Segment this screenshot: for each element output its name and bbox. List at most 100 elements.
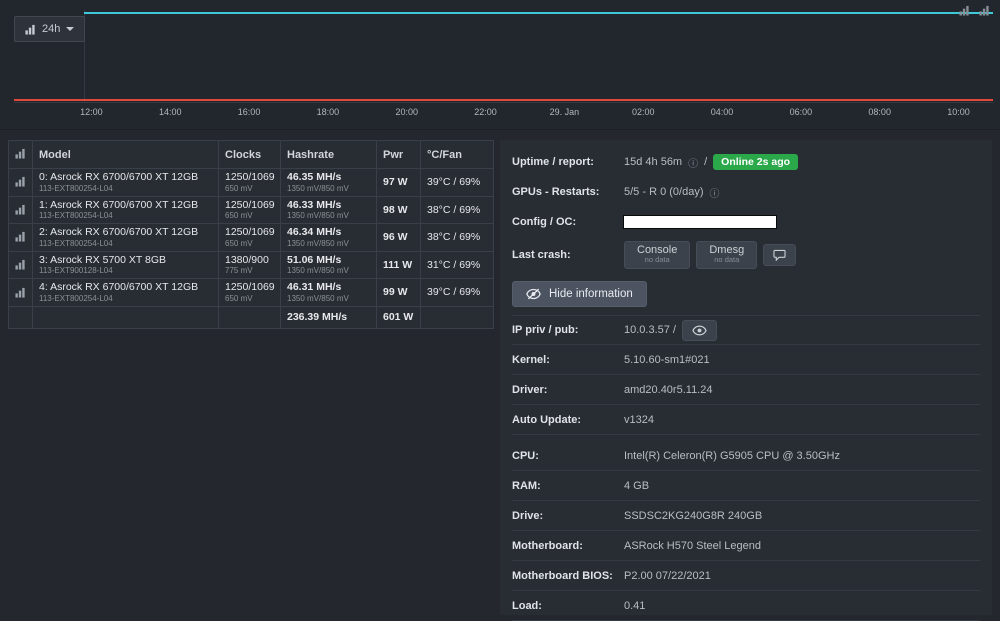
drive-value: SSDSC2KG240G8R 240GB bbox=[624, 509, 763, 522]
gpu-chart-button[interactable] bbox=[13, 174, 28, 189]
gpu-temp-fan: 39°C / 69% bbox=[427, 176, 481, 188]
hide-information-button[interactable]: Hide information bbox=[512, 281, 647, 307]
gpu-chart-button[interactable] bbox=[13, 257, 28, 272]
gpu-model-sub: 113-EXT800254-L04 bbox=[39, 183, 113, 193]
gpu-temp-fan: 38°C / 69% bbox=[427, 231, 481, 244]
gpu-power: 96 W bbox=[383, 231, 408, 244]
gpu-model: 2: Asrock RX 6700/6700 XT 12GB bbox=[39, 226, 199, 239]
gpu-power: 98 W bbox=[383, 203, 408, 216]
col-header-hashrate: Hashrate bbox=[280, 140, 377, 169]
hide-information-label: Hide information bbox=[549, 288, 633, 300]
motherboard-bios-value: P2.00 07/22/2021 bbox=[624, 569, 711, 582]
gpu-hashrate: 46.35 MH/s bbox=[287, 171, 342, 183]
gpu-chart-button[interactable] bbox=[13, 229, 28, 244]
gpu-clocks-sub: 650 mV bbox=[225, 238, 253, 248]
cpu-label: CPU: bbox=[512, 449, 539, 462]
bar-chart-icon bbox=[15, 259, 25, 270]
load-row: Load: 0.41 bbox=[512, 591, 980, 621]
gpu-hashrate-sub: 1350 mV/850 mV bbox=[287, 293, 349, 303]
console-no-data: no data bbox=[644, 255, 670, 265]
hashrate-line bbox=[84, 12, 993, 14]
motherboard-bios-row: Motherboard BIOS: P2.00 07/22/2021 bbox=[512, 561, 980, 591]
uptime-value: 15d 4h 56m bbox=[624, 156, 683, 168]
show-public-ip-button[interactable] bbox=[682, 319, 717, 341]
gpu-temp-fan: 39°C / 69% bbox=[427, 286, 481, 299]
time-tick: 14:00 bbox=[158, 107, 182, 117]
gpu-model-sub: 113-EXT800254-L04 bbox=[39, 238, 113, 248]
motherboard-row: Motherboard: ASRock H570 Steel Legend bbox=[512, 531, 980, 561]
time-tick: 08:00 bbox=[868, 107, 891, 117]
gpu-temp-fan: 38°C / 69% bbox=[427, 203, 481, 216]
gpu-hashrate-sub: 1350 mV/850 mV bbox=[287, 183, 349, 193]
uptime-label: Uptime / report: bbox=[512, 156, 594, 168]
gpu-hashrate: 46.31 MH/s bbox=[287, 281, 342, 294]
load-label: Load: bbox=[512, 599, 542, 612]
ram-label: RAM: bbox=[512, 479, 541, 492]
gpu-hashrate-sub: 1350 mV/850 mV bbox=[287, 266, 349, 276]
cpu-value: Intel(R) Celeron(R) G5905 CPU @ 3.50GHz bbox=[624, 449, 840, 462]
total-power: 601 W bbox=[383, 311, 414, 324]
mini-chart-icon[interactable] bbox=[959, 5, 970, 16]
info-icon[interactable]: ⓘ bbox=[709, 185, 719, 200]
time-range-button[interactable]: 24h bbox=[14, 16, 86, 42]
gpu-model-sub: 113-EXT800254-L04 bbox=[39, 211, 113, 221]
info-icon[interactable]: ⓘ bbox=[688, 155, 698, 170]
bar-chart-icon bbox=[15, 232, 25, 243]
table-header-row: Model Clocks Hashrate Pwr °C/Fan bbox=[8, 140, 494, 169]
mini-chart-icon[interactable] bbox=[979, 5, 990, 16]
total-hashrate: 236.39 MH/s bbox=[287, 311, 348, 324]
gpu-hashrate: 46.33 MH/s bbox=[287, 198, 342, 211]
drive-row: Drive: SSDSC2KG240G8R 240GB bbox=[512, 501, 980, 531]
uptime-separator: / bbox=[704, 156, 708, 168]
chart-time-axis: 12:00 14:00 16:00 18:00 20:00 22:00 29. … bbox=[52, 107, 998, 117]
time-tick: 18:00 bbox=[316, 107, 340, 117]
dmesg-button[interactable]: Dmesg no data bbox=[696, 241, 758, 269]
time-tick: 04:00 bbox=[710, 107, 734, 117]
drive-label: Drive: bbox=[512, 509, 544, 522]
gpu-clocks-sub: 650 mV bbox=[225, 293, 253, 303]
gpu-model: 3: Asrock RX 5700 XT 8GB bbox=[39, 253, 167, 266]
auto-update-value: v1324 bbox=[624, 413, 654, 426]
table-total-row: 236.39 MH/s 601 W bbox=[8, 305, 494, 329]
gpu-model-sub: 113-EXT800254-L04 bbox=[39, 293, 113, 303]
eye-icon bbox=[692, 325, 707, 335]
gpu-power: 99 W bbox=[383, 286, 408, 299]
gpu-row: 4: Asrock RX 6700/6700 XT 12GB 113-EXT800… bbox=[8, 278, 494, 307]
hide-information-row: Hide information bbox=[512, 273, 980, 315]
gpus-restarts-value: 5/5 - R 0 (0/day) bbox=[624, 186, 704, 198]
gpu-clocks-sub: 650 mV bbox=[225, 183, 253, 193]
motherboard-value: ASRock H570 Steel Legend bbox=[624, 539, 761, 552]
config-oc-row: Config / OC: bbox=[512, 207, 980, 237]
ram-row: RAM: 4 GB bbox=[512, 471, 980, 501]
gpu-power: 111 W bbox=[383, 258, 413, 271]
time-tick: 10:00 bbox=[947, 107, 970, 117]
gpu-clocks: 1250/1069 bbox=[225, 281, 275, 294]
bar-chart-icon[interactable] bbox=[13, 148, 28, 164]
gpu-model-sub: 113-EXT900128-L04 bbox=[39, 266, 113, 276]
time-tick: 29. Jan bbox=[549, 107, 580, 117]
col-header-temp-fan: °C/Fan bbox=[420, 140, 494, 169]
col-header-model: Model bbox=[32, 140, 219, 169]
driver-label: Driver: bbox=[512, 383, 548, 396]
auto-update-row: Auto Update: v1324 bbox=[512, 405, 980, 435]
gpus-restarts-row: GPUs - Restarts: 5/5 - R 0 (0/day) ⓘ bbox=[512, 177, 980, 207]
gpu-row: 0: Asrock RX 6700/6700 XT 12GB 113-EXT800… bbox=[8, 168, 494, 197]
message-icon bbox=[773, 249, 786, 261]
gpu-power: 97 W bbox=[383, 176, 408, 188]
gpu-chart-button[interactable] bbox=[13, 202, 28, 217]
crash-report-button[interactable] bbox=[763, 244, 797, 266]
gpu-model: 1: Asrock RX 6700/6700 XT 12GB bbox=[39, 198, 199, 211]
gpu-chart-button[interactable] bbox=[13, 285, 28, 300]
hashrate-chart: 24h 12:00 14:00 16:00 18:00 20:00 22:00 … bbox=[0, 0, 1000, 130]
gpu-clocks: 1250/1069 bbox=[225, 198, 275, 211]
time-range-label: 24h bbox=[42, 23, 61, 35]
driver-row: Driver: amd20.40r5.11.24 bbox=[512, 375, 980, 405]
auto-update-label: Auto Update: bbox=[512, 413, 582, 426]
gpu-clocks-sub: 650 mV bbox=[225, 211, 253, 221]
col-header-pwr: Pwr bbox=[376, 140, 421, 169]
gpu-hashrate: 51.06 MH/s bbox=[287, 253, 342, 266]
kernel-label: Kernel: bbox=[512, 353, 550, 366]
bar-chart-icon bbox=[15, 287, 25, 298]
console-button[interactable]: Console no data bbox=[624, 241, 691, 269]
dashboard-page: 24h 12:00 14:00 16:00 18:00 20:00 22:00 … bbox=[0, 0, 1000, 621]
